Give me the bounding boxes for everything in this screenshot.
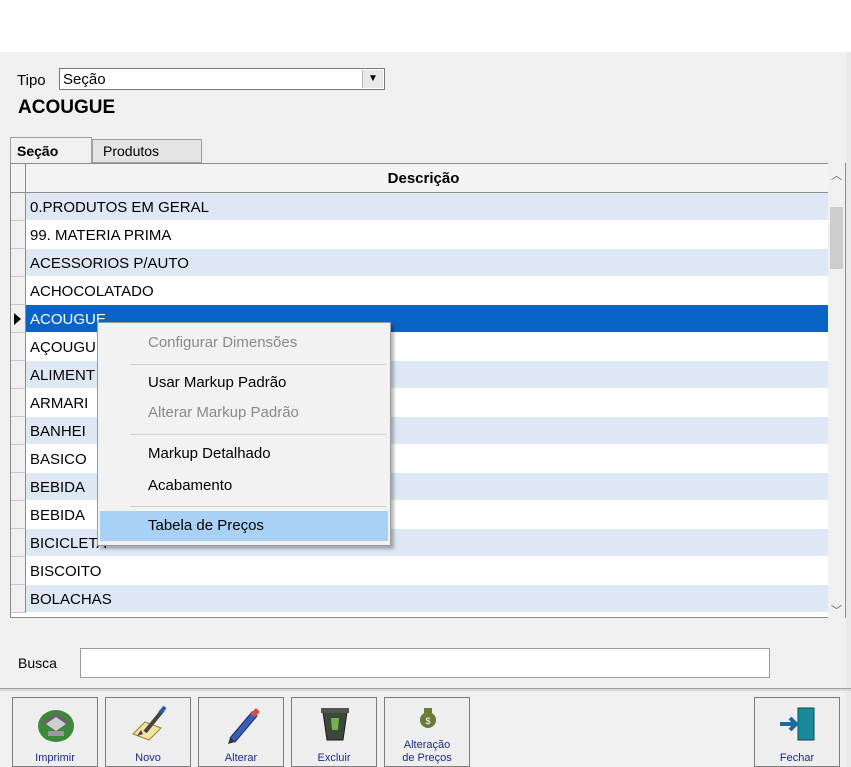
row-descricao: ACHOCOLATADO — [30, 283, 154, 300]
row-indicator[interactable] — [11, 333, 26, 361]
scrollbar-thumb[interactable] — [830, 207, 843, 269]
row-descricao: 99. MATERIA PRIMA — [30, 227, 172, 244]
window-title-bar — [0, 0, 851, 53]
row-descricao: BOLACHAS — [30, 591, 112, 608]
menu-item-configurar-dimensoes[interactable]: Configurar Dimensões — [100, 328, 388, 358]
row-indicator[interactable] — [11, 193, 26, 221]
row-descricao: ACESSORIOS P/AUTO — [30, 255, 189, 272]
alteracao-de-precos-button[interactable]: $ Alteração de Preços — [384, 697, 470, 767]
window-right-edge — [846, 52, 851, 767]
search-input[interactable] — [80, 648, 770, 678]
menu-item-tabela-de-precos[interactable]: Tabela de Preços — [100, 511, 388, 541]
tipo-label: Tipo — [17, 72, 46, 89]
row-indicator[interactable] — [11, 305, 26, 333]
novo-button[interactable]: Novo — [105, 697, 191, 767]
grid-header: Descrição — [11, 164, 829, 193]
row-descricao: AÇOUGUE — [30, 339, 106, 356]
row-descricao: BICICLETA — [30, 535, 107, 552]
row-indicator[interactable] — [11, 529, 26, 557]
exit-door-icon — [780, 707, 815, 741]
grid-header-indicator — [11, 164, 26, 192]
table-row[interactable]: 99. MATERIA PRIMA — [11, 221, 831, 249]
fechar-button[interactable]: Fechar — [754, 697, 840, 767]
row-descricao: ALIMENT — [30, 367, 96, 384]
row-indicator[interactable] — [11, 249, 26, 277]
row-indicator[interactable] — [11, 557, 26, 585]
tab-produtos[interactable]: Produtos — [92, 139, 202, 163]
imprimir-button[interactable]: Imprimir — [12, 697, 98, 767]
row-indicator[interactable] — [11, 361, 26, 389]
row-descricao: ACOUGUE — [30, 311, 106, 328]
table-row[interactable]: 0.PRODUTOS EM GERAL — [11, 193, 831, 221]
fechar-label: Fechar — [779, 752, 815, 764]
busca-label: Busca — [18, 655, 57, 671]
printer-icon — [38, 710, 74, 742]
scroll-down-icon[interactable]: ﹀ — [828, 602, 845, 620]
table-row[interactable]: ACESSORIOS P/AUTO — [11, 249, 831, 277]
chevron-down-icon[interactable]: ▼ — [362, 70, 383, 88]
row-descricao: 0.PRODUTOS EM GERAL — [30, 199, 209, 216]
tab-secao[interactable]: Seção — [10, 137, 92, 163]
menu-item-markup-detalhado[interactable]: Markup Detalhado — [100, 439, 388, 469]
row-descricao: BISCOITO — [30, 563, 102, 580]
row-descricao: BEBIDA — [30, 479, 86, 496]
row-indicator[interactable] — [11, 221, 26, 249]
section-name-title: ACOUGUE — [18, 97, 116, 118]
alterar-label: Alterar — [224, 752, 258, 764]
alterar-button[interactable]: Alterar — [198, 697, 284, 767]
money-bag-icon: $ — [420, 708, 436, 728]
excluir-button[interactable]: Excluir — [291, 697, 377, 767]
novo-label: Novo — [135, 752, 161, 764]
tipo-select-value: Seção — [63, 71, 106, 88]
menu-item-usar-markup-padrao[interactable]: Usar Markup Padrão — [100, 368, 388, 398]
context-menu: Configurar Dimensões Usar Markup Padrão … — [97, 322, 391, 546]
row-indicator[interactable] — [11, 277, 26, 305]
toolbar-divider — [0, 688, 851, 691]
new-document-icon — [132, 705, 167, 741]
row-indicator[interactable] — [11, 445, 26, 473]
column-header-descricao[interactable]: Descrição — [26, 164, 821, 192]
row-descricao: ARMARI — [30, 395, 89, 412]
scroll-up-icon[interactable]: ︿ — [828, 167, 845, 185]
row-indicator[interactable] — [11, 473, 26, 501]
trash-can-icon — [321, 708, 349, 741]
imprimir-label: Imprimir — [35, 752, 75, 764]
menu-item-alterar-markup-padrao[interactable]: Alterar Markup Padrão — [100, 398, 388, 428]
table-row[interactable]: BISCOITO — [11, 557, 831, 585]
excluir-label: Excluir — [317, 752, 351, 764]
row-descricao: BEBIDA — [30, 507, 86, 524]
row-indicator[interactable] — [11, 501, 26, 529]
row-indicator[interactable] — [11, 389, 26, 417]
menu-separator — [130, 364, 386, 365]
svg-text:$: $ — [425, 716, 430, 726]
row-indicator[interactable] — [11, 417, 26, 445]
table-row[interactable]: ACHOCOLATADO — [11, 277, 831, 305]
alteracao-label: Alteração — [403, 739, 451, 751]
menu-separator — [130, 434, 386, 435]
menu-separator — [130, 506, 386, 507]
row-descricao: BANHEI — [30, 423, 86, 440]
menu-item-acabamento[interactable]: Acabamento — [100, 471, 388, 501]
table-row[interactable]: BOLACHAS — [11, 585, 831, 613]
vertical-scrollbar[interactable]: ︿ ﹀ — [828, 163, 845, 618]
de-precos-label: de Preços — [402, 752, 452, 764]
tipo-select[interactable]: Seção ▼ — [59, 68, 385, 90]
row-descricao: BASICO — [30, 451, 87, 468]
row-indicator[interactable] — [11, 585, 26, 613]
edit-pencil-icon — [228, 708, 260, 744]
